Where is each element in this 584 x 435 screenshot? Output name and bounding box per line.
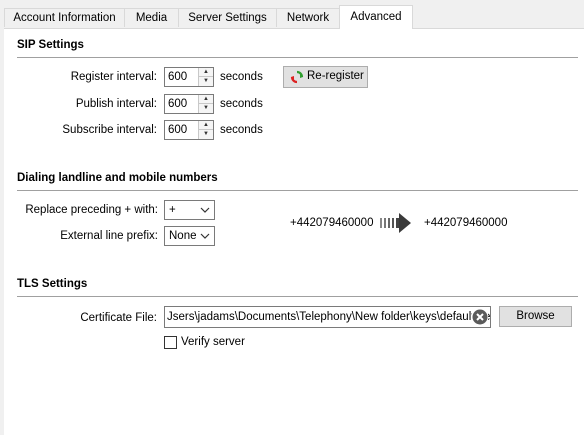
register-interval-unit: seconds	[220, 71, 263, 83]
tab-advanced[interactable]: Advanced	[339, 5, 413, 29]
sip-settings-title: SIP Settings	[17, 39, 84, 51]
subscribe-interval-unit: seconds	[220, 124, 263, 136]
subscribe-interval-spinbox[interactable]: 600 ▲ ▼	[164, 120, 214, 140]
tab-account-information[interactable]: Account Information	[4, 8, 125, 27]
certificate-file-value: Jsers\jadams\Documents\Telephony\New fol…	[167, 311, 491, 323]
certificate-file-label: Certificate File:	[80, 312, 157, 324]
verify-server-label[interactable]: Verify server	[181, 336, 245, 348]
sip-separator	[17, 57, 578, 58]
tab-server-settings[interactable]: Server Settings	[178, 8, 277, 27]
advanced-panel: SIP Settings Register interval: 600 ▲ ▼ …	[4, 28, 584, 435]
external-prefix-dropdown[interactable]: None	[164, 226, 215, 246]
replace-plus-label: Replace preceding + with:	[25, 204, 158, 216]
dialing-title: Dialing landline and mobile numbers	[17, 172, 218, 184]
reregister-button[interactable]: Re-register	[283, 66, 368, 88]
chevron-down-icon	[200, 233, 210, 239]
tls-separator	[17, 296, 578, 297]
register-interval-spinbox[interactable]: 600 ▲ ▼	[164, 67, 214, 87]
arrow-right-icon	[380, 213, 411, 233]
publish-interval-stepper[interactable]: ▲ ▼	[198, 95, 213, 113]
verify-server-checkbox[interactable]	[164, 336, 177, 349]
tab-network[interactable]: Network	[276, 8, 340, 27]
external-prefix-label: External line prefix:	[60, 230, 158, 242]
spin-down-icon[interactable]: ▼	[199, 130, 213, 139]
spin-up-icon[interactable]: ▲	[199, 95, 213, 104]
tls-settings-title: TLS Settings	[17, 278, 88, 290]
tab-media[interactable]: Media	[124, 8, 179, 27]
register-interval-label: Register interval:	[70, 71, 157, 83]
register-interval-stepper[interactable]: ▲ ▼	[198, 68, 213, 86]
spin-up-icon[interactable]: ▲	[199, 121, 213, 130]
chevron-down-icon	[200, 207, 210, 213]
refresh-icon	[290, 70, 304, 84]
certificate-file-input[interactable]: Jsers\jadams\Documents\Telephony\New fol…	[164, 306, 491, 328]
dialing-separator	[17, 190, 578, 191]
publish-interval-unit: seconds	[220, 98, 263, 110]
spin-down-icon[interactable]: ▼	[199, 77, 213, 86]
dial-example-input: +442079460000	[290, 217, 374, 229]
dial-example-output: +442079460000	[424, 217, 508, 229]
spin-down-icon[interactable]: ▼	[199, 104, 213, 113]
register-interval-value: 600	[168, 71, 188, 83]
spin-up-icon[interactable]: ▲	[199, 68, 213, 77]
browse-button[interactable]: Browse	[499, 306, 572, 327]
reregister-label: Re-register	[307, 70, 364, 82]
publish-interval-label: Publish interval:	[75, 98, 157, 110]
replace-plus-value: +	[169, 204, 176, 216]
subscribe-interval-label: Subscribe interval:	[62, 124, 157, 136]
clear-icon[interactable]	[472, 309, 488, 325]
publish-interval-spinbox[interactable]: 600 ▲ ▼	[164, 94, 214, 114]
replace-plus-dropdown[interactable]: +	[164, 200, 215, 220]
subscribe-interval-value: 600	[168, 124, 188, 136]
external-prefix-value: None	[169, 230, 197, 242]
subscribe-interval-stepper[interactable]: ▲ ▼	[198, 121, 213, 139]
publish-interval-value: 600	[168, 98, 188, 110]
